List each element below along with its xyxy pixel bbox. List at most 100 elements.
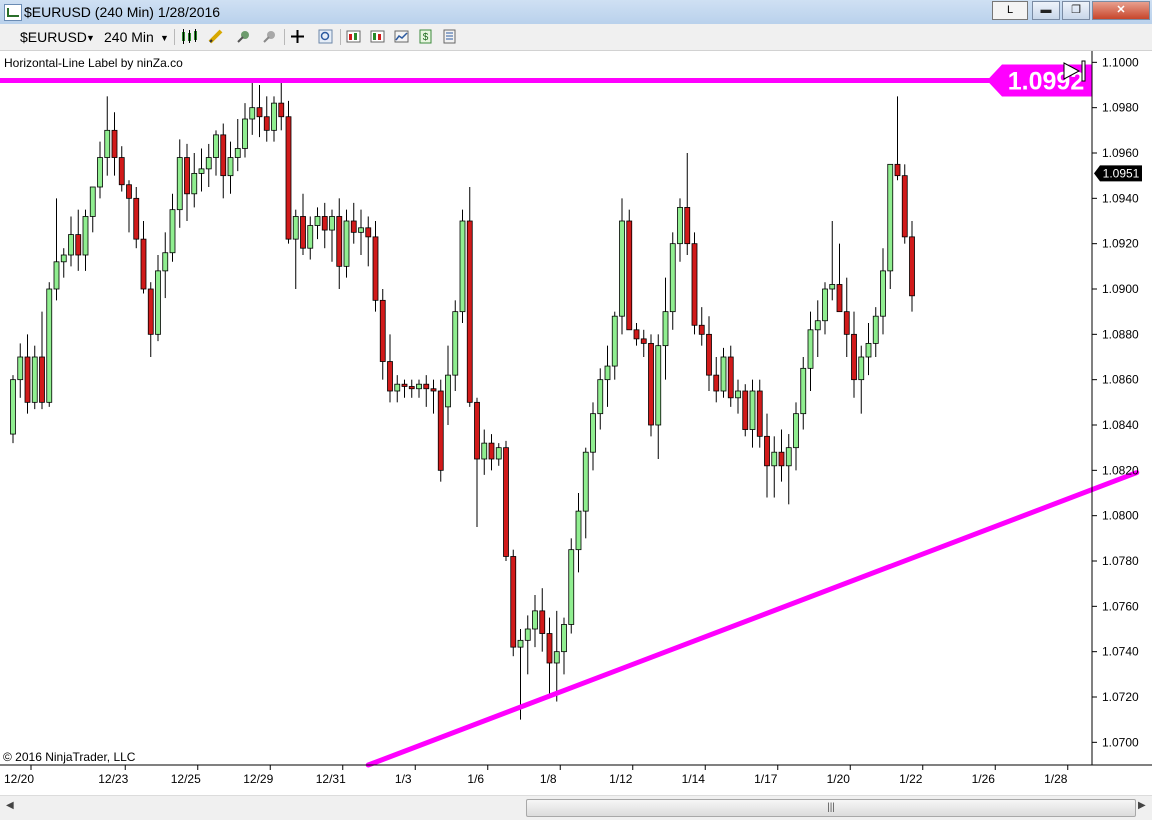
price-tick-label: 1.0920: [1102, 237, 1139, 251]
candle-body: [503, 447, 509, 557]
indicators-icon[interactable]: [370, 29, 385, 44]
candle-body: [416, 383, 422, 390]
candle-body: [764, 435, 770, 467]
candle-body: [684, 206, 691, 245]
svg-text:$: $: [423, 32, 429, 43]
price-tick-label: 1.0980: [1102, 101, 1139, 115]
candle-body: [39, 356, 45, 403]
candle-body: [60, 254, 67, 263]
price-tick-label: 1.0740: [1102, 645, 1139, 659]
indicator-label: Horizontal-Line Label by ninZa.co: [4, 56, 183, 70]
candle-body: [742, 390, 749, 430]
zoom-icon[interactable]: [318, 29, 333, 44]
candle-body: [24, 356, 31, 403]
candle-body: [300, 216, 306, 249]
candle-body: [445, 374, 451, 408]
candle-body: [213, 134, 219, 158]
candle-body: [814, 320, 821, 331]
candle-body: [836, 284, 843, 313]
scroll-left-icon[interactable]: ◀: [6, 800, 14, 811]
chart-app-icon: [4, 4, 22, 21]
time-tick-label: 12/25: [171, 772, 201, 786]
instrument-selector[interactable]: $EURUSD: [20, 29, 87, 45]
candle-body: [365, 227, 372, 238]
bar-marker-icon: [1081, 60, 1086, 82]
candle-body: [452, 311, 459, 376]
chart-toolbar: $EURUSD ▼ 240 Min ▼ $: [0, 24, 1152, 51]
minimize-button[interactable]: ▬: [1032, 1, 1060, 20]
candle-body: [466, 220, 473, 403]
time-tick-label: 1/17: [754, 772, 778, 786]
candle-body: [292, 216, 299, 240]
candle-body: [495, 447, 502, 460]
candle-body: [263, 116, 270, 131]
money-icon[interactable]: $: [418, 29, 433, 44]
candle-body: [155, 270, 161, 335]
pin-icon[interactable]: [262, 29, 277, 44]
candle-body: [234, 148, 241, 158]
candle-body: [242, 118, 248, 149]
magnet-icon[interactable]: [236, 29, 251, 44]
chart-properties-icon[interactable]: [394, 29, 409, 44]
candle-body: [104, 129, 111, 158]
horizontal-scrollbar[interactable]: ◀ ||| ▶: [0, 795, 1152, 820]
candle-body: [437, 390, 444, 471]
candle-body: [343, 220, 350, 267]
close-button[interactable]: ✕: [1092, 1, 1150, 20]
interval-selector[interactable]: 240 Min: [104, 29, 154, 45]
candle-body: [285, 116, 292, 240]
candle-body: [474, 401, 480, 460]
candle-body: [901, 175, 908, 238]
pencil-icon[interactable]: [208, 29, 223, 44]
candle-body: [872, 315, 879, 344]
time-tick-label: 1/28: [1044, 772, 1068, 786]
maximize-button[interactable]: ❐: [1062, 1, 1090, 20]
candle-body: [68, 234, 74, 256]
candle-body: [756, 390, 763, 437]
candle-body: [865, 342, 872, 358]
candle-body: [408, 386, 415, 390]
link-button[interactable]: L: [992, 1, 1028, 20]
crosshair-icon[interactable]: [290, 29, 305, 44]
scrollbar-thumb[interactable]: |||: [526, 799, 1136, 817]
candle-body: [532, 610, 538, 630]
candle-body: [459, 220, 466, 313]
candle-body: [894, 163, 901, 177]
time-tick-label: 12/29: [243, 772, 273, 786]
price-tick-label: 1.0940: [1102, 191, 1139, 205]
price-tick-label: 1.0760: [1102, 599, 1139, 613]
price-tick-label: 1.0800: [1102, 509, 1139, 523]
candlestick-style-icon[interactable]: [180, 29, 200, 44]
price-chart[interactable]: 1.0992 1.07001.07201.07401.07601.07801.0…: [0, 51, 1152, 795]
candle-body: [546, 633, 553, 664]
data-box-icon[interactable]: [442, 29, 457, 44]
candle-body: [358, 227, 364, 233]
chart-panel[interactable]: 1.0992 1.0700 1.0720 1.0740 1.0760 1.0780 1.0…: [0, 51, 1152, 795]
interval-chevron-down-icon[interactable]: ▼: [160, 33, 169, 43]
candle-body: [10, 379, 16, 435]
candle-body: [481, 442, 488, 460]
candle-body: [227, 157, 234, 177]
candle-body: [909, 236, 915, 297]
scroll-right-icon[interactable]: ▶: [1138, 800, 1146, 811]
candle-body: [749, 390, 756, 430]
instrument-chevron-down-icon[interactable]: ▼: [86, 33, 95, 43]
candle-body: [822, 288, 828, 322]
time-tick-label: 12/23: [98, 772, 128, 786]
price-tick-label: 1.0780: [1102, 554, 1139, 568]
candle-body: [626, 220, 633, 331]
candle-body: [807, 329, 814, 369]
time-tick-label: 1/8: [540, 772, 557, 786]
candle-body: [387, 361, 393, 392]
candle-body: [829, 284, 836, 290]
candle-body: [176, 157, 183, 211]
candle-body: [539, 610, 546, 634]
price-tick-label: 1.0720: [1102, 690, 1139, 704]
time-tick-label: 1/14: [682, 772, 706, 786]
strategies-icon[interactable]: [346, 29, 361, 44]
price-tick-label: 1.0820: [1102, 463, 1139, 477]
candle-body: [851, 333, 857, 381]
candle-body: [800, 367, 807, 415]
candle-body: [793, 413, 799, 449]
candle-body: [111, 129, 118, 158]
